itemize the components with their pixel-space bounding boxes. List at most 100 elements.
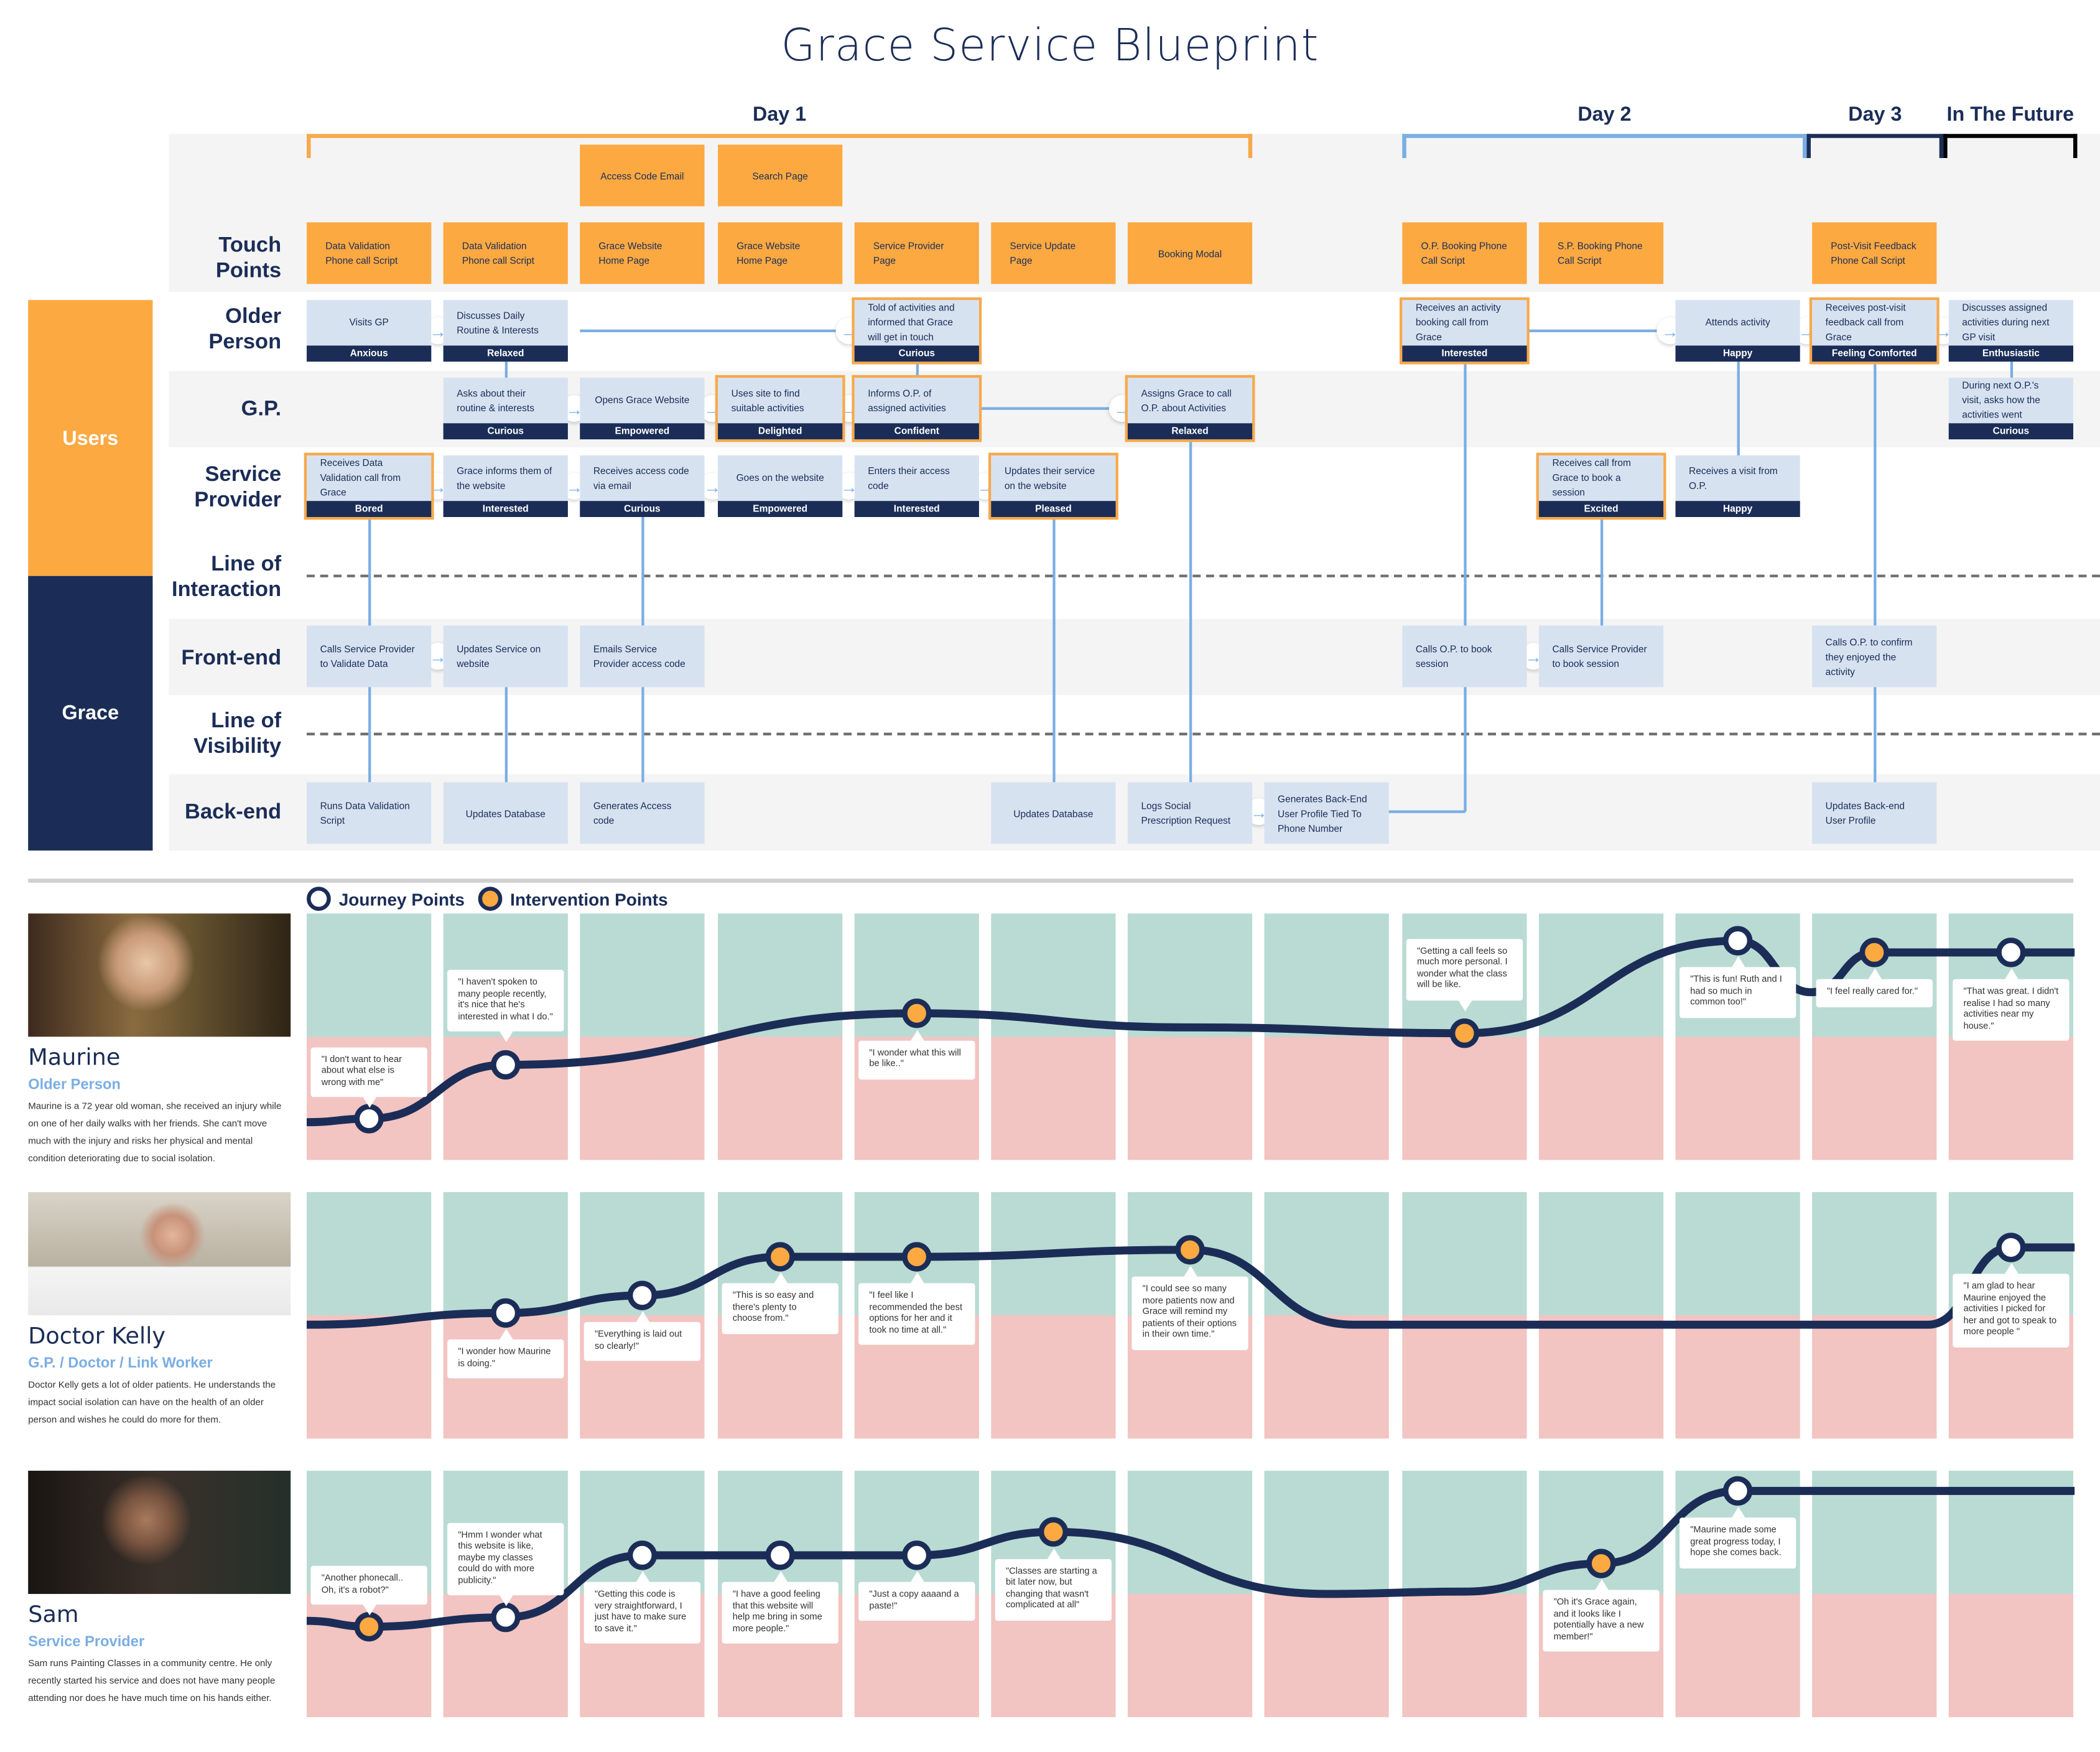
journey-point[interactable] [1996, 1232, 2026, 1262]
service-provider-step-card[interactable]: Receives a visit from O.P. Happy [1675, 455, 1800, 518]
service-provider-step-card[interactable]: Grace informs them of the website Interes… [443, 455, 568, 518]
touch-point-card[interactable]: Post-Visit Feedback Phone Call Script [1812, 222, 1937, 284]
touch-point-label: Post-Visit Feedback Phone Call Script [1831, 240, 1916, 267]
service-provider-step-card[interactable]: Enters their access code Interested [854, 455, 979, 518]
front-end-step-card[interactable]: Calls Service Provider to Validate Data [307, 625, 432, 687]
back-end-step-card[interactable]: Runs Data Validation Script [307, 782, 432, 844]
step-description: Grace informs them of the website [457, 464, 552, 492]
service-provider-step-card[interactable]: Goes on the website Empowered [718, 455, 843, 518]
step-description: Receives Data Validation call from Grace [320, 457, 401, 498]
back-end-step-card[interactable]: Updates Back-end User Profile [1812, 782, 1937, 844]
quote-bubble: "This is fun! Ruth and I had so much in … [1679, 957, 1796, 1018]
row-label-line-of-interaction: Line of Interaction [172, 553, 282, 602]
step-description: Informs O.P. of assigned activities [868, 386, 946, 414]
touch-point-card[interactable]: Service Update Page [991, 222, 1116, 284]
front-end-step-card[interactable]: Calls O.P. to confirm they enjoyed the a… [1812, 625, 1937, 687]
gp-step-card[interactable]: Assigns Grace to call O.P. about Activit… [1125, 375, 1255, 442]
journey-point[interactable] [1722, 926, 1753, 956]
emotion-label: Empowered [580, 423, 705, 440]
persona-name: Doctor Kelly [28, 1323, 166, 1351]
touch-point-label: Grace Website Home Page [598, 240, 662, 267]
gp-step-card[interactable]: Opens Grace Website Empowered [580, 378, 705, 440]
service-provider-step-card[interactable]: Updates their service on the website Plea… [988, 452, 1118, 520]
older-person-step-card[interactable]: Visits GP Anxious [307, 300, 432, 362]
service-provider-step-card[interactable]: Receives call from Grace to book a sessi… [1536, 452, 1666, 520]
touch-point-card[interactable]: Booking Modal [1127, 222, 1253, 284]
touch-point-label: S.P. Booking Phone Call Script [1558, 240, 1643, 267]
journey-point[interactable] [902, 1540, 932, 1570]
back-end-step-card[interactable]: Logs Social Prescription Request [1127, 782, 1253, 844]
emotion-label: Empowered [718, 501, 843, 518]
emotion-curve-line [307, 936, 2075, 1127]
gp-step-card[interactable]: During next O.P.'s visit, asks how the a… [1948, 378, 2073, 440]
journey-point[interactable] [491, 1298, 521, 1328]
intervention-point[interactable] [1175, 1235, 1205, 1265]
connector-line [1188, 439, 1192, 783]
back-end-step-card[interactable]: Updates Database [443, 782, 568, 844]
touch-point-card[interactable]: Data Validation Phone call Script [443, 222, 568, 284]
step-description: Updates Database [1013, 807, 1094, 819]
older-person-step-card[interactable]: Told of activities and informed that Gra… [852, 297, 982, 365]
legend-journey-label: Journey Points [338, 888, 465, 909]
quote-bubble: "Hmm I wonder what this website is like,… [447, 1522, 564, 1606]
emotion-label: Curious [443, 423, 568, 440]
touch-point-card[interactable]: Grace Website Home Page [580, 222, 705, 284]
emotion-label: Feeling Comforted [1812, 345, 1937, 362]
step-description: Updates Service on website [457, 643, 541, 670]
older-person-step-card[interactable]: Discusses assigned activities during nex… [1948, 300, 2073, 362]
grace-side-label: Grace [28, 575, 153, 851]
intervention-point[interactable] [1038, 1517, 1069, 1547]
journey-point[interactable] [627, 1540, 657, 1570]
older-person-step-card[interactable]: Attends activity Happy [1675, 300, 1800, 362]
touch-point-card[interactable]: Data Validation Phone call Script [307, 222, 432, 284]
touch-point-card[interactable]: Search Page [718, 144, 843, 207]
back-end-step-card[interactable]: Generates Back-End User Profile Tied To … [1264, 782, 1389, 844]
gp-step-card[interactable]: Uses site to find suitable activities Del… [715, 375, 845, 442]
back-end-step-card[interactable]: Generates Access code [580, 782, 705, 844]
emotion-label: Relaxed [443, 345, 568, 362]
step-description: Logs Social Prescription Request [1141, 799, 1231, 827]
journey-point[interactable] [765, 1540, 795, 1570]
service-provider-step-card[interactable]: Receives access code via email Curious [580, 455, 705, 518]
intervention-point[interactable] [765, 1242, 795, 1272]
gp-step-card[interactable]: Asks about their routine & interests Curi… [443, 378, 568, 440]
journey-point[interactable] [1996, 938, 2026, 967]
section-divider [28, 878, 2073, 883]
quote-bubble: "I haven't spoken to many people recentl… [447, 970, 564, 1043]
touch-point-card[interactable]: S.P. Booking Phone Call Script [1538, 222, 1664, 284]
front-end-step-card[interactable]: Updates Service on website [443, 625, 568, 687]
gp-step-card[interactable]: Informs O.P. of assigned activities Confi… [852, 375, 982, 442]
persona-role: Service Provider [28, 1634, 145, 1651]
journey-point[interactable] [1722, 1476, 1753, 1506]
step-description: Visits GP [349, 316, 389, 328]
older-person-step-card[interactable]: Receives post-visit feedback call from G… [1809, 297, 1940, 365]
front-end-step-card[interactable]: Emails Service Provider access code [580, 625, 705, 687]
intervention-point[interactable] [902, 1242, 932, 1272]
older-person-step-card[interactable]: Discusses Daily Routine & Interests Relax… [443, 300, 568, 362]
back-end-step-card[interactable]: Updates Database [991, 782, 1116, 844]
phase-future: In The Future [1946, 103, 2074, 126]
row-label-gp: G.P. [241, 398, 282, 421]
journey-point[interactable] [627, 1280, 657, 1310]
step-description: Updates Back-end User Profile [1825, 799, 1905, 827]
touch-point-label: Booking Modal [1158, 247, 1222, 259]
intervention-point[interactable] [1586, 1549, 1616, 1578]
touch-point-card[interactable]: Grace Website Home Page [718, 222, 843, 284]
step-description: Told of activities and informed that Gra… [868, 301, 955, 343]
journey-point[interactable] [491, 1050, 521, 1080]
intervention-point[interactable] [1449, 1018, 1480, 1048]
front-end-step-card[interactable]: Calls Service Provider to book session [1538, 625, 1664, 687]
emotion-label: Anxious [307, 345, 432, 362]
touch-point-card[interactable]: Access Code Email [580, 144, 705, 207]
intervention-point[interactable] [1859, 938, 1889, 967]
touch-point-card[interactable]: Service Provider Page [854, 222, 979, 284]
older-person-step-card[interactable]: Receives an activity booking call from G… [1399, 297, 1530, 365]
service-provider-step-card[interactable]: Receives Data Validation call from Grace… [304, 452, 434, 520]
quote-bubble: "I feel like I recommended the best opti… [858, 1272, 975, 1346]
front-end-step-card[interactable]: Calls O.P. to book session [1402, 625, 1527, 687]
row-label-service-provider: Service Provider [194, 463, 282, 512]
touch-point-card[interactable]: O.P. Booking Phone Call Script [1402, 222, 1527, 284]
intervention-point[interactable] [902, 999, 932, 1028]
emotion-label: Interested [1402, 345, 1527, 362]
emotion-curve-line [307, 1486, 2075, 1631]
